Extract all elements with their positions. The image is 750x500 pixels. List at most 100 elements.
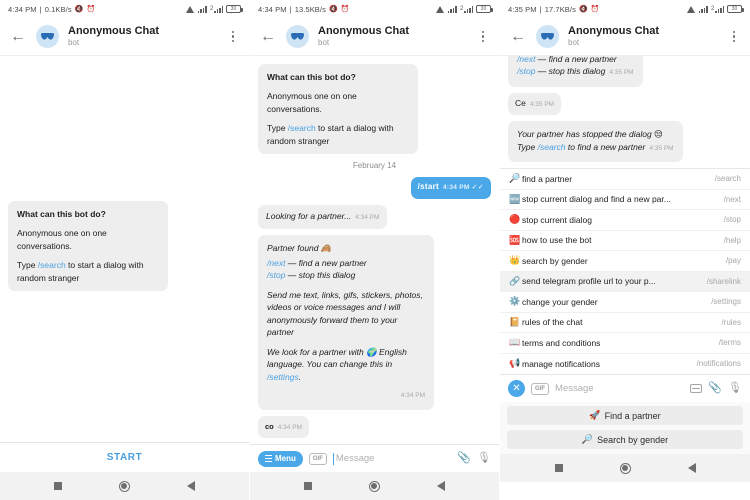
rocket-icon: 🚀	[589, 410, 601, 420]
command-link-stop[interactable]: /stop	[517, 66, 535, 76]
command-menu-list: 🔎 find a partner /search 🆕 stop current …	[500, 168, 750, 374]
message-text: Ce	[515, 97, 526, 108]
stopped-line-1: Your partner has stopped the dialog 😒	[517, 129, 663, 139]
keyboard-icon[interactable]	[690, 384, 703, 393]
message-placeholder: Message	[555, 383, 594, 394]
find-a-partner-button[interactable]: 🚀 Find a partner	[507, 406, 743, 425]
command-row-settings[interactable]: ⚙️ change your gender /settings	[500, 292, 750, 313]
phone-screen-3: 4:35 PM | 17.7KB/s 🔇 ⏰ 2 30 ← Anonymous …	[500, 0, 750, 500]
android-nav-bar-1	[0, 472, 249, 500]
avatar[interactable]	[36, 25, 59, 48]
partner-found-line: Partner found 🙈	[267, 243, 332, 253]
command-link-stop[interactable]: /stop	[267, 270, 285, 280]
square-icon[interactable]	[54, 482, 63, 490]
message-bubble: What can this bot do? Anonymous one on o…	[258, 63, 418, 154]
phone-screen-1: 4:34 PM | 0.1KB/s 🔇 ⏰ 2 30 ← Anonymous C…	[0, 0, 250, 500]
gif-button[interactable]: GIF	[531, 382, 549, 395]
command-row-sharelink[interactable]: 🔗 send telegram profile url to your p...…	[500, 271, 750, 292]
command-label: terms and conditions	[522, 337, 601, 348]
command-link-search[interactable]: /search	[538, 142, 566, 152]
command-slash: /pay	[725, 256, 741, 266]
kebab-menu-icon[interactable]	[475, 30, 491, 43]
message-bubble: Your partner has stopped the dialog 😒 Ty…	[508, 121, 683, 162]
menu-button-label: Menu	[275, 454, 296, 463]
wifi-icon	[686, 5, 696, 13]
partner-found-para-2: Send me text, links, gifs, stickers, pho…	[267, 289, 423, 338]
loudspeaker-icon: 📢	[509, 358, 521, 369]
gif-button[interactable]: GIF	[308, 452, 327, 465]
kebab-menu-icon[interactable]	[726, 30, 742, 43]
battery-icon: 30	[226, 5, 243, 13]
mute-icon: 🔇	[578, 6, 588, 13]
message-bubble: Looking for a partner... 4:34 PM	[258, 204, 388, 229]
circle-icon[interactable]	[619, 462, 631, 474]
message-bubble-outgoing: /start 4:34 PM ✓✓	[410, 177, 491, 199]
gear-icon: ⚙️	[509, 296, 521, 307]
paperclip-icon[interactable]: 📎	[708, 383, 722, 394]
command-row-help[interactable]: 🆘 how to use the bot /help	[500, 231, 750, 251]
command-link-next[interactable]: /next	[267, 258, 285, 268]
command-row-terms[interactable]: 📖 terms and conditions /terms	[500, 333, 750, 354]
message-input[interactable]: Message	[555, 383, 684, 394]
command-link-next[interactable]: /next	[517, 56, 535, 64]
command-row-pay[interactable]: 👑 search by gender /pay	[500, 251, 750, 272]
command-slash: /rules	[721, 317, 741, 327]
command-row-notifications[interactable]: 📢 manage notifications /notifications	[500, 354, 750, 375]
close-icon[interactable]: ✕	[508, 380, 525, 397]
battery-icon: 30	[476, 5, 493, 13]
status-time: 4:34 PM	[258, 4, 287, 14]
microphone-icon[interactable]: 🎙	[728, 383, 742, 394]
message-time: 4:34 PM	[400, 392, 425, 399]
alarm-icon: ⏰	[340, 6, 350, 13]
status-bar: 4:34 PM | 13.5KB/s 🔇 ⏰ 2 30	[250, 0, 499, 18]
message-time: 4:34 PM	[355, 213, 380, 221]
command-slash: /settings	[711, 297, 741, 307]
command-row-stop[interactable]: 🔴 stop current dialog /stop	[500, 210, 750, 231]
mask-avatar-icon	[40, 33, 55, 40]
magnifier-icon: 🔎	[509, 173, 521, 184]
command-row-rules[interactable]: 📔 rules of the chat /rules	[500, 313, 750, 333]
message-time: 4:35 PM	[609, 69, 634, 76]
message-bubble: Partner found 🙈 /next — find a new partn…	[258, 235, 434, 410]
chat-body-1: What can this bot do? Anonymous one on o…	[0, 56, 249, 442]
status-bar: 4:35 PM | 17.7KB/s 🔇 ⏰ 2 30	[500, 0, 750, 18]
command-link-search[interactable]: /search	[38, 260, 66, 270]
square-icon[interactable]	[554, 464, 563, 472]
menu-button[interactable]: Menu	[258, 450, 303, 467]
stopped-post: to find a new partner	[565, 141, 646, 152]
message-input[interactable]: Message	[332, 452, 451, 465]
microphone-icon[interactable]: 🎙	[477, 453, 491, 464]
mute-icon: 🔇	[74, 6, 84, 13]
status-bar: 4:34 PM | 0.1KB/s 🔇 ⏰ 2 30	[0, 0, 249, 18]
triangle-back-icon[interactable]	[186, 481, 195, 491]
circle-icon[interactable]	[368, 480, 380, 492]
back-arrow-icon[interactable]: ←	[260, 28, 280, 45]
kebab-menu-icon[interactable]	[225, 30, 241, 43]
back-arrow-icon[interactable]: ←	[510, 28, 530, 45]
command-row-next[interactable]: 🆕 stop current dialog and find a new par…	[500, 190, 750, 210]
command-link-search[interactable]: /search	[288, 123, 316, 133]
sos-badge-icon: 🆘	[509, 234, 521, 245]
bubble-text-pre: Type	[267, 123, 288, 133]
bubble-text-pre: Type	[17, 260, 38, 271]
avatar[interactable]	[536, 25, 559, 48]
mask-avatar-icon	[290, 33, 305, 40]
reply-keyboard: 🚀 Find a partner 🔎 Search by gender	[500, 402, 750, 454]
new-badge-icon: 🆕	[509, 193, 521, 204]
message-time: 4:34 PM	[442, 184, 470, 191]
command-link-settings[interactable]: /settings	[267, 372, 299, 382]
triangle-back-icon[interactable]	[687, 463, 696, 473]
command-row-search[interactable]: 🔎 find a partner /search	[500, 169, 750, 190]
back-arrow-icon[interactable]: ←	[10, 28, 30, 45]
circle-icon[interactable]	[118, 480, 130, 492]
bubble-line-2: Type /search to start a dialog with rand…	[17, 259, 159, 284]
bubble-title: What can this bot do?	[17, 208, 106, 219]
search-by-gender-button[interactable]: 🔎 Search by gender	[507, 430, 743, 449]
start-button[interactable]: START	[107, 452, 143, 463]
avatar[interactable]	[286, 25, 309, 48]
triangle-back-icon[interactable]	[436, 481, 445, 491]
status-separator: |	[289, 4, 292, 14]
status-netspeed: 17.7KB/s	[544, 4, 576, 14]
paperclip-icon[interactable]: 📎	[457, 453, 471, 464]
square-icon[interactable]	[304, 482, 313, 490]
